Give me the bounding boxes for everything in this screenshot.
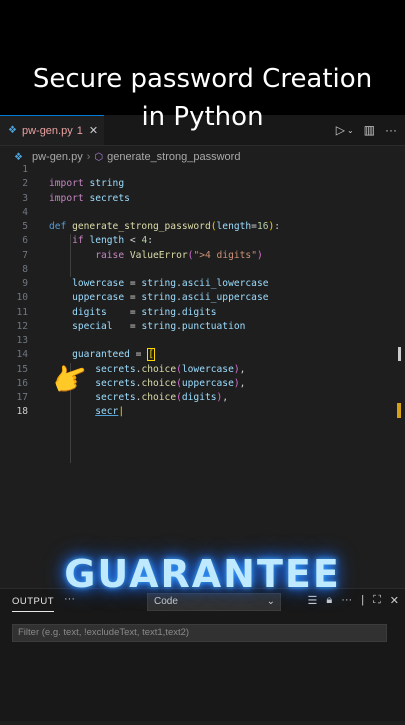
- chevron-right-icon: ›: [86, 151, 91, 163]
- code-line: 1: [22, 164, 28, 175]
- breadcrumb-file[interactable]: pw-gen.py: [32, 151, 83, 163]
- filter-input[interactable]: Filter (e.g. text, !excludeText, text1,t…: [12, 624, 387, 642]
- video-title-line-2: in Python: [141, 102, 264, 132]
- video-title-line-1: Secure password Creation: [32, 64, 373, 94]
- code-line: 9 lowercase = string.ascii_lowercase: [22, 278, 269, 289]
- code-line: 10 uppercase = string.ascii_uppercase: [16, 292, 269, 304]
- code-line-active: 18 secr|: [16, 406, 125, 418]
- output-panel: OUTPUT ··· Code ⌄ ☰ 🔒︎ ··· | ⛶ ✕ Filter …: [0, 588, 405, 721]
- chevron-down-icon: ⌄: [266, 596, 275, 607]
- scrollbar[interactable]: [398, 347, 401, 361]
- output-channel-value: Code: [154, 596, 178, 607]
- code-line: 7 raise ValueError(">4 digits"): [22, 249, 263, 261]
- code-line: 6 if length < 4:: [22, 235, 153, 247]
- code-line: 2 import string: [22, 178, 125, 190]
- code-line: 4: [22, 206, 28, 218]
- code-line: 11 digits = string.digits: [16, 306, 217, 318]
- code-line: 8: [22, 263, 28, 275]
- code-line: 13: [16, 335, 28, 346]
- tab-output[interactable]: OUTPUT: [12, 596, 55, 612]
- code-line: 3 import secrets: [22, 192, 130, 204]
- video-title: Secure password Creation in Python: [0, 60, 405, 136]
- code-line: 5 def generate_strong_password(length=16)…: [22, 221, 281, 232]
- scroll-marker-warning: [397, 403, 401, 418]
- caption-guarantee: GUARANTEE: [64, 552, 341, 596]
- function-icon: ⬡: [94, 151, 104, 163]
- code-line: 12 special = string.punctuation: [16, 320, 246, 332]
- python-icon: ❖: [14, 151, 23, 163]
- breadcrumb-symbol[interactable]: generate_strong_password: [107, 151, 240, 163]
- code-line: 14 guaranteed = [: [16, 348, 155, 362]
